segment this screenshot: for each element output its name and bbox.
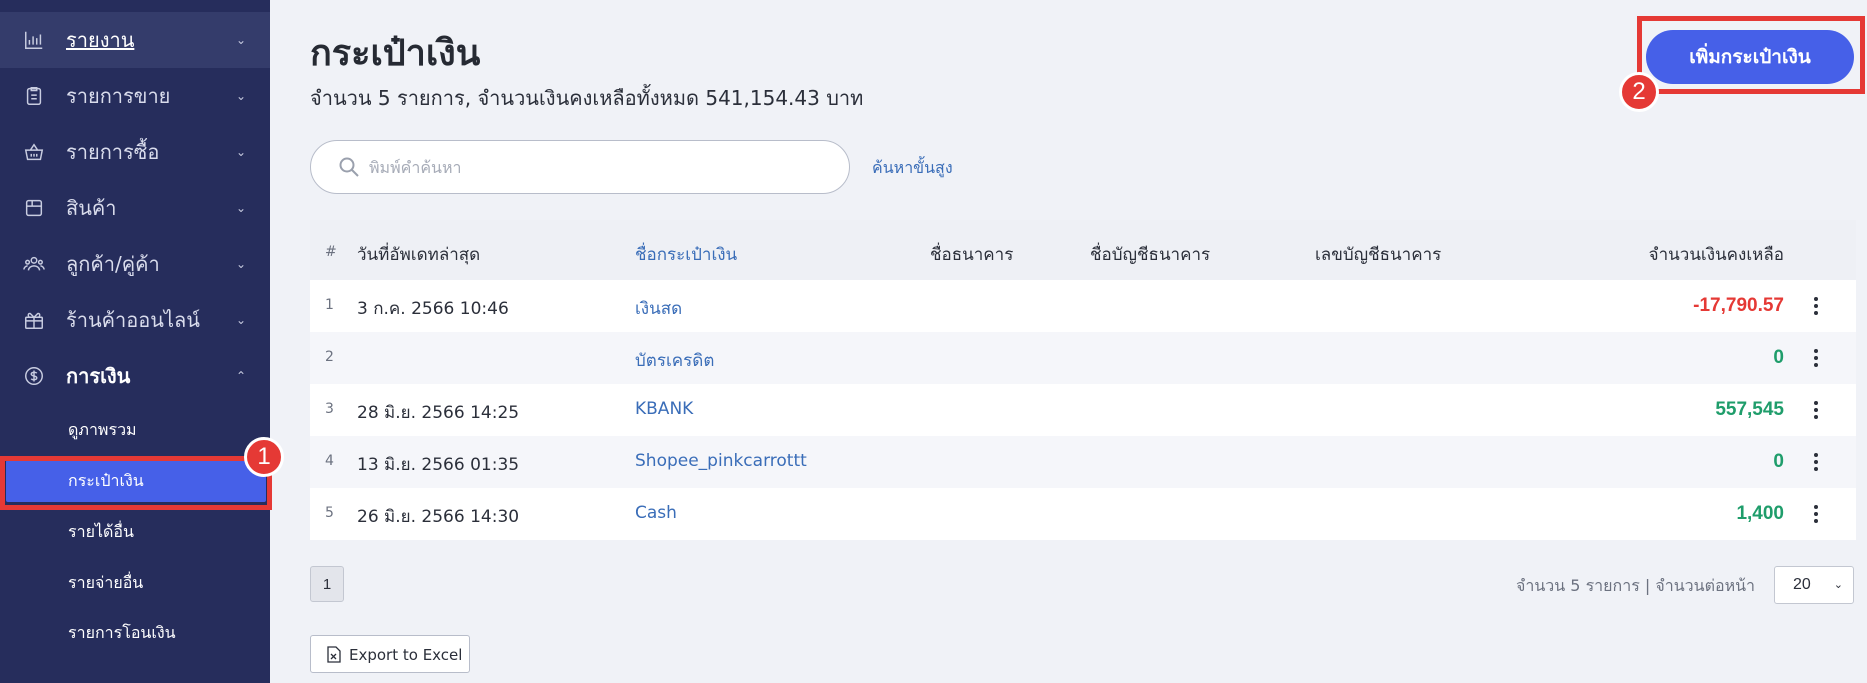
users-icon — [22, 252, 46, 276]
row-balance: 0 — [1773, 451, 1784, 472]
sidebar-item-reports[interactable]: รายงาน ⌄ — [0, 12, 270, 68]
box-icon — [22, 196, 46, 220]
pagination-info: จำนวน 5 รายการ | จำนวนต่อหน้า — [1516, 576, 1756, 595]
sidebar-item-label: การเงิน — [66, 364, 131, 388]
advanced-search-link[interactable]: ค้นหาขั้นสูง — [872, 156, 953, 181]
sidebar-item-online-store[interactable]: ร้านค้าออนไลน์ ⌄ — [0, 292, 270, 348]
table-header: # วันที่อัพเดทล่าสุด ชื่อกระเป๋าเงิน ชื่… — [310, 220, 1856, 280]
column-header-account-name[interactable]: ชื่อบัญชีธนาคาร — [1090, 241, 1210, 268]
chevron-down-icon: ⌄ — [1833, 579, 1843, 591]
step-badge-2: 2 — [1619, 72, 1659, 112]
pagination-page-1[interactable]: 1 — [310, 566, 344, 602]
chevron-down-icon: ⌄ — [236, 145, 247, 159]
table-row[interactable]: 4 13 มิ.ย. 2566 01:35 Shopee_pinkcarrott… — [310, 436, 1856, 488]
column-header-number: # — [325, 244, 337, 260]
more-options-icon[interactable] — [1806, 502, 1826, 526]
add-wallet-button[interactable]: เพิ่มกระเป๋าเงิน — [1646, 30, 1854, 84]
row-number: 1 — [325, 297, 334, 313]
row-number: 4 — [325, 453, 334, 469]
sidebar-subitem-label: รายได้อื่น — [68, 521, 134, 541]
highlight-box-wallet — [0, 456, 272, 510]
column-header-balance[interactable]: จำนวนเงินคงเหลือ — [1649, 241, 1784, 268]
row-number: 2 — [325, 349, 334, 365]
clipboard-icon — [22, 84, 46, 108]
chevron-down-icon: ⌄ — [236, 33, 247, 47]
column-header-bank[interactable]: ชื่อธนาคาร — [930, 241, 1013, 268]
page-summary: จำนวน 5 รายการ, จำนวนเงินคงเหลือทั้งหมด … — [310, 86, 864, 110]
step-badge-1: 1 — [244, 437, 284, 477]
dollar-circle-icon — [22, 364, 46, 388]
export-excel-label: Export to Excel — [349, 646, 463, 664]
table-row[interactable]: 1 3 ก.ค. 2566 10:46 เงินสด -17,790.57 — [310, 280, 1856, 332]
sidebar-subitem-label: รายจ่ายอื่น — [68, 572, 144, 592]
search-input[interactable] — [369, 151, 829, 183]
sidebar-subitem-other-income[interactable]: รายได้อื่น — [0, 507, 270, 557]
wallet-table: # วันที่อัพเดทล่าสุด ชื่อกระเป๋าเงิน ชื่… — [310, 220, 1856, 540]
sidebar-item-label: ร้านค้าออนไลน์ — [66, 308, 200, 332]
row-number: 5 — [325, 505, 334, 521]
sidebar-subitem-other-expense[interactable]: รายจ่ายอื่น — [0, 558, 270, 608]
row-wallet-link[interactable]: Cash — [635, 503, 677, 523]
excel-file-icon — [327, 646, 341, 663]
row-updated: 26 มิ.ย. 2566 14:30 — [357, 507, 520, 527]
sidebar-item-label: สินค้า — [66, 196, 117, 220]
chevron-down-icon: ⌄ — [236, 89, 247, 103]
sidebar-item-label: รายการขาย — [66, 84, 171, 108]
row-number: 3 — [325, 401, 334, 417]
chevron-down-icon: ⌄ — [236, 201, 247, 215]
bar-chart-icon — [22, 28, 46, 52]
row-wallet-link[interactable]: KBANK — [635, 399, 693, 419]
chevron-down-icon: ⌄ — [236, 313, 247, 327]
table-row[interactable]: 5 26 มิ.ย. 2566 14:30 Cash 1,400 — [310, 488, 1856, 540]
row-balance: 0 — [1773, 347, 1784, 368]
sidebar-item-products[interactable]: สินค้า ⌄ — [0, 180, 270, 236]
sidebar-subitem-label: รายการโอนเงิน — [68, 622, 176, 642]
row-updated: 13 มิ.ย. 2566 01:35 — [357, 455, 520, 475]
sidebar-item-label: รายงาน — [66, 28, 135, 52]
chevron-up-icon: ⌃ — [236, 369, 247, 383]
sidebar-subitem-overview[interactable]: ดูภาพรวม — [0, 405, 270, 455]
more-options-icon[interactable] — [1806, 294, 1826, 318]
row-balance: 1,400 — [1736, 503, 1784, 524]
sidebar-item-label: รายการซื้อ — [66, 140, 160, 164]
row-updated: 3 ก.ค. 2566 10:46 — [357, 299, 509, 319]
sidebar-item-label: ลูกค้า/คู่ค้า — [66, 252, 160, 276]
chevron-down-icon: ⌄ — [236, 257, 247, 271]
row-wallet-link[interactable]: เงินสด — [635, 295, 682, 322]
column-header-wallet[interactable]: ชื่อกระเป๋าเงิน — [635, 241, 737, 268]
table-row[interactable]: 2 บัตรเครดิต 0 — [310, 332, 1856, 384]
more-options-icon[interactable] — [1806, 346, 1826, 370]
row-balance: -17,790.57 — [1693, 295, 1784, 316]
row-balance: 557,545 — [1715, 399, 1784, 420]
basket-icon — [22, 140, 46, 164]
gift-icon — [22, 308, 46, 332]
page-title: กระเป๋าเงิน — [310, 33, 481, 74]
table-row[interactable]: 3 28 มิ.ย. 2566 14:25 KBANK 557,545 — [310, 384, 1856, 436]
row-updated: 28 มิ.ย. 2566 14:25 — [357, 403, 520, 423]
sidebar-item-sales[interactable]: รายการขาย ⌄ — [0, 68, 270, 124]
sidebar-item-purchases[interactable]: รายการซื้อ ⌄ — [0, 124, 270, 180]
row-wallet-link[interactable]: บัตรเครดิต — [635, 347, 714, 374]
export-excel-button[interactable]: Export to Excel — [310, 635, 470, 673]
sidebar-item-finance[interactable]: การเงิน ⌃ — [0, 348, 270, 404]
column-header-account-number[interactable]: เลขบัญชีธนาคาร — [1315, 241, 1441, 268]
sidebar: รายงาน ⌄ รายการขาย ⌄ รายการซื้อ ⌄ สินค้า… — [0, 0, 270, 683]
search-box — [310, 140, 850, 194]
sidebar-subitem-transfers[interactable]: รายการโอนเงิน — [0, 608, 270, 658]
per-page-value: 20 — [1793, 576, 1811, 593]
per-page-select[interactable]: 20 ⌄ — [1774, 566, 1854, 604]
sidebar-item-customers[interactable]: ลูกค้า/คู่ค้า ⌄ — [0, 236, 270, 292]
search-icon — [337, 155, 361, 179]
column-header-updated[interactable]: วันที่อัพเดทล่าสุด — [357, 241, 480, 268]
sidebar-subitem-label: ดูภาพรวม — [68, 419, 137, 439]
row-wallet-link[interactable]: Shopee_pinkcarrottt — [635, 451, 807, 471]
more-options-icon[interactable] — [1806, 398, 1826, 422]
more-options-icon[interactable] — [1806, 450, 1826, 474]
